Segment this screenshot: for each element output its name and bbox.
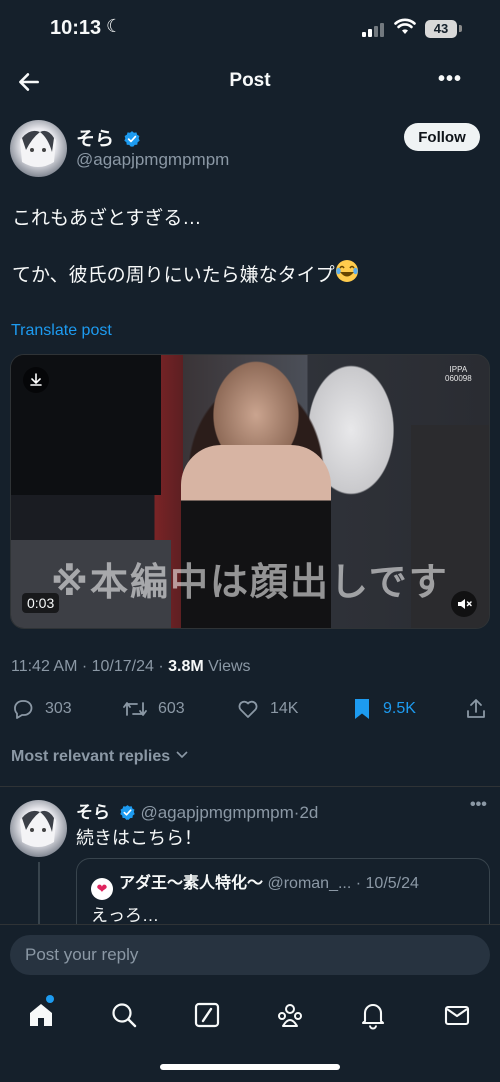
quoted-display-name: アダ王〜素人特化〜 xyxy=(119,875,264,892)
thread-line xyxy=(38,862,40,928)
handle[interactable]: @agapjpmgmpmpm xyxy=(76,150,229,170)
quoted-heart-avatar-icon: ❤ xyxy=(91,878,113,900)
reply-display-name[interactable]: そら xyxy=(76,803,110,822)
share-button[interactable] xyxy=(464,696,488,722)
download-button[interactable] xyxy=(23,367,49,393)
reply-avatar[interactable] xyxy=(10,800,67,857)
notifications-icon[interactable] xyxy=(358,1000,388,1030)
home-notification-dot xyxy=(46,995,54,1003)
search-icon[interactable] xyxy=(109,1000,139,1030)
reply-item[interactable]: そら @agapjpmgmpmpm·2d ••• 続きはこちら！ ❤ アダ王〜素人… xyxy=(0,788,500,938)
home-indicator[interactable] xyxy=(160,1064,340,1070)
watermark-logo-top: IPPA xyxy=(449,365,468,374)
reply-icon xyxy=(14,700,33,719)
reply-age: ·2d xyxy=(293,803,319,822)
reply-text: 続きはこちら！ xyxy=(76,828,202,848)
reply-header: そら @agapjpmgmpmpm·2d xyxy=(76,798,318,823)
repost-icon xyxy=(123,702,147,716)
bookmark-button[interactable]: 9.5K xyxy=(351,696,416,722)
status-bar: 10:13 ☾ 43 xyxy=(0,0,500,60)
download-icon xyxy=(30,373,42,386)
avatar-illustration xyxy=(20,810,56,847)
laughing-crying-emoji-icon xyxy=(335,260,358,282)
quoted-date: · 10/5/24 xyxy=(355,875,419,892)
home-icon[interactable] xyxy=(26,1000,56,1030)
quoted-handle: @roman_... xyxy=(267,875,352,892)
battery-icon: 43 xyxy=(425,20,457,38)
reply-count: 303 xyxy=(45,700,72,717)
quoted-text: えっろ… xyxy=(91,906,159,925)
post-text-line-1: これもあざとすぎる… xyxy=(12,208,202,229)
video-player[interactable]: ※本編中は顔出しです IPPA 060098 0:03 xyxy=(10,354,490,629)
page-title: Post xyxy=(229,70,271,91)
replies-sort-label: Most relevant replies xyxy=(11,748,171,765)
post-author: そら @agapjpmgmpmpm Follow xyxy=(10,120,490,180)
watermark-logo-bottom: 060098 xyxy=(445,374,472,383)
communities-icon[interactable] xyxy=(275,1000,305,1030)
follow-button[interactable]: Follow xyxy=(404,123,480,151)
heart-icon xyxy=(238,700,258,718)
translate-post-link[interactable]: Translate post xyxy=(11,322,112,340)
bookmark-filled-icon xyxy=(355,699,369,719)
reply-handle[interactable]: @agapjpmgmpmpm xyxy=(140,803,293,822)
share-icon xyxy=(467,699,485,718)
video-duration: 0:03 xyxy=(22,593,60,613)
grok-icon[interactable] xyxy=(192,1000,222,1030)
video-caption-overlay: ※本編中は顔出しです xyxy=(51,560,449,604)
clock: 10:13 xyxy=(50,17,102,39)
cellular-signal-icon xyxy=(362,22,386,37)
bookmark-count: 9.5K xyxy=(383,700,416,717)
views-label: Views xyxy=(203,658,251,675)
wifi-icon xyxy=(394,18,416,34)
messages-icon[interactable] xyxy=(442,1000,472,1030)
quoted-post-header: ❤ アダ王〜素人特化〜 @roman_... · 10/5/24 xyxy=(91,869,419,900)
post-text-line-2-text: てか、彼氏の周りにいたら嫌なタイプ xyxy=(12,265,335,286)
reply-more-icon[interactable]: ••• xyxy=(470,796,487,814)
like-count: 14K xyxy=(270,700,299,717)
tab-bar xyxy=(0,990,500,1040)
top-nav: Post ••• xyxy=(0,60,500,104)
verified-badge-icon xyxy=(124,131,140,147)
post-text: これもあざとすぎる… てか、彼氏の周りにいたら嫌なタイプ xyxy=(12,205,488,290)
battery-tip xyxy=(459,25,462,32)
divider xyxy=(0,786,500,787)
post-text-line-2: てか、彼氏の周りにいたら嫌なタイプ xyxy=(12,259,488,290)
avatar-illustration xyxy=(20,130,56,167)
watermark-logo: IPPA 060098 xyxy=(445,365,472,383)
more-options-icon[interactable]: ••• xyxy=(438,68,462,91)
post-timestamp[interactable]: 11:42 AM · 10/17/24 · xyxy=(11,658,168,675)
views-count: 3.8M xyxy=(168,658,204,675)
display-name[interactable]: そら xyxy=(76,124,141,151)
speaker-muted-icon xyxy=(458,599,472,609)
repost-count: 603 xyxy=(158,700,185,717)
post-meta: 11:42 AM · 10/17/24 · 3.8M Views xyxy=(11,658,251,676)
reply-input[interactable] xyxy=(10,935,490,975)
mute-button[interactable] xyxy=(451,591,477,617)
chevron-down-icon xyxy=(176,751,188,759)
display-name-text: そら xyxy=(76,129,115,150)
verified-badge-icon xyxy=(120,805,135,820)
like-button[interactable]: 14K xyxy=(236,696,298,722)
repost-button[interactable]: 603 xyxy=(122,696,185,722)
focus-moon-icon: ☾ xyxy=(106,16,123,36)
replies-sort-dropdown[interactable]: Most relevant replies xyxy=(11,748,189,766)
post-actions: 303 603 14K 9.5K xyxy=(0,690,500,730)
reply-button[interactable]: 303 xyxy=(11,696,72,722)
avatar[interactable] xyxy=(10,120,67,177)
